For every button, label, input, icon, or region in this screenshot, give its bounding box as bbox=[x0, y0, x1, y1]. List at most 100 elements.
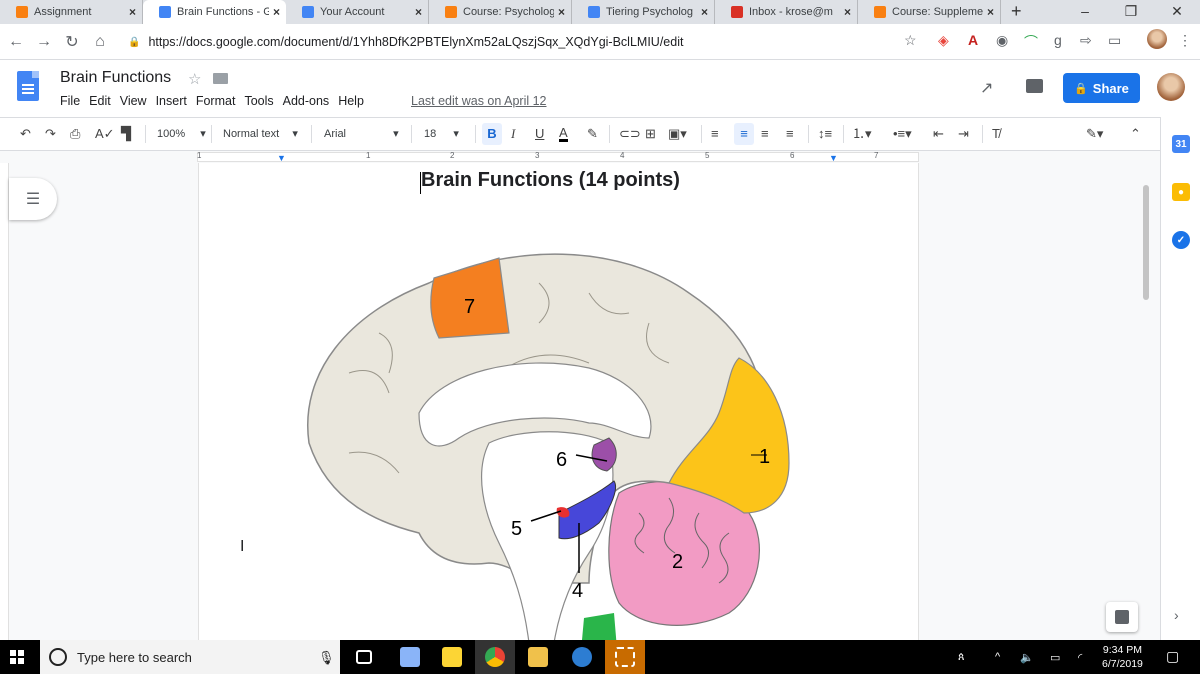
pdf-extension-icon[interactable]: A bbox=[968, 32, 978, 48]
taskbar-app-paint-icon[interactable] bbox=[390, 640, 430, 674]
spellcheck-icon[interactable]: A✓ bbox=[95, 126, 115, 142]
close-tab-icon[interactable]: × bbox=[129, 5, 136, 19]
explore-button[interactable] bbox=[1106, 602, 1138, 632]
clear-formatting-icon[interactable]: T̸ bbox=[992, 126, 1000, 142]
extension-screen-icon[interactable]: ▭ bbox=[1108, 32, 1121, 49]
url-field[interactable]: 🔒 https://docs.google.com/document/d/1Yh… bbox=[118, 29, 928, 55]
activity-dashboard-icon[interactable]: ↗ bbox=[980, 78, 993, 98]
people-icon[interactable]: ጰ bbox=[958, 651, 965, 664]
paint-format-icon[interactable]: ▜ bbox=[121, 126, 131, 142]
insert-image-icon[interactable]: ▣▾ bbox=[668, 126, 687, 142]
account-avatar[interactable] bbox=[1157, 73, 1185, 101]
expand-panel-icon[interactable]: › bbox=[1174, 607, 1179, 623]
brain-diagram[interactable]: 7 1 6 5 4 2 bbox=[289, 223, 829, 640]
chrome-menu-icon[interactable]: ⋮ bbox=[1178, 32, 1192, 49]
print-icon[interactable]: ⎙ bbox=[70, 126, 80, 142]
close-tab-icon[interactable]: × bbox=[558, 5, 565, 19]
bookmark-star-icon[interactable]: ☆ bbox=[904, 32, 917, 49]
battery-icon[interactable]: ▭ bbox=[1050, 651, 1060, 664]
undo-icon[interactable]: ↶ bbox=[20, 126, 31, 142]
line-spacing-icon[interactable]: ↕≡ bbox=[818, 126, 832, 142]
document-title[interactable]: Brain Functions bbox=[60, 69, 171, 87]
taskbar-clock[interactable]: 9:34 PM 6/7/2019 bbox=[1102, 643, 1143, 671]
menu-format[interactable]: Format bbox=[196, 94, 236, 108]
font-select[interactable]: Arial ▾ bbox=[324, 127, 399, 140]
link-icon[interactable]: ⊂⊃ bbox=[619, 126, 641, 142]
bulleted-list-icon[interactable]: •≡▾ bbox=[893, 126, 912, 142]
numbered-list-icon[interactable]: ⒈▾ bbox=[852, 126, 872, 142]
tasks-icon[interactable]: ✓ bbox=[1172, 231, 1190, 249]
taskbar-snip-icon[interactable] bbox=[605, 640, 645, 674]
tray-chevron-icon[interactable]: ^ bbox=[995, 651, 1000, 663]
font-size-select[interactable]: 18 ▾ bbox=[424, 127, 459, 140]
forward-icon[interactable]: → bbox=[30, 33, 58, 51]
menu-file[interactable]: File bbox=[60, 94, 80, 108]
restore-icon[interactable]: ❐ bbox=[1108, 0, 1154, 24]
browser-tab[interactable]: Inbox - krose@m × bbox=[715, 0, 858, 24]
wifi-icon[interactable]: ◜ bbox=[1078, 651, 1082, 664]
extension-rainbow-icon[interactable]: ⌒ bbox=[1024, 32, 1038, 52]
comment-history-icon[interactable] bbox=[1026, 79, 1043, 93]
browser-tab[interactable]: Assignment × bbox=[0, 0, 143, 24]
browser-tab[interactable]: Course: Psycholog × bbox=[429, 0, 572, 24]
close-tab-icon[interactable]: × bbox=[701, 5, 708, 19]
right-indent-marker[interactable]: ▼ bbox=[829, 153, 838, 163]
back-icon[interactable]: ← bbox=[2, 33, 30, 51]
align-left-icon[interactable]: ≡ bbox=[711, 126, 719, 142]
extension-eye-icon[interactable]: ◉ bbox=[996, 32, 1008, 49]
extension-cast-icon[interactable]: ⇨ bbox=[1080, 32, 1092, 49]
browser-tab[interactable]: Course: Suppleme × bbox=[858, 0, 1001, 24]
close-tab-icon[interactable]: × bbox=[987, 5, 994, 19]
taskbar-explorer-icon[interactable] bbox=[518, 640, 558, 674]
zoom-select[interactable]: 100% ▾ bbox=[157, 127, 206, 140]
new-tab-button[interactable]: + bbox=[1011, 0, 1022, 24]
align-center-icon[interactable]: ≡ bbox=[734, 123, 754, 145]
close-tab-icon[interactable]: × bbox=[415, 5, 422, 19]
last-edit-link[interactable]: Last edit was on April 12 bbox=[411, 94, 547, 108]
keep-icon[interactable]: ● bbox=[1172, 183, 1190, 201]
document-heading[interactable]: Brain Functions (14 points) bbox=[421, 169, 680, 192]
calendar-icon[interactable]: 31 bbox=[1172, 135, 1190, 153]
move-folder-icon[interactable] bbox=[213, 73, 228, 84]
add-comment-icon[interactable]: ⊞ bbox=[645, 126, 656, 142]
share-button[interactable]: 🔒 Share bbox=[1063, 73, 1140, 103]
menu-addons[interactable]: Add-ons bbox=[283, 94, 330, 108]
italic-button[interactable]: I bbox=[511, 126, 515, 142]
menu-view[interactable]: View bbox=[120, 94, 147, 108]
menu-edit[interactable]: Edit bbox=[89, 94, 111, 108]
browser-tab[interactable]: Tiering Psycholog × bbox=[572, 0, 715, 24]
minimize-icon[interactable]: – bbox=[1062, 0, 1108, 24]
taskbar-edge-icon[interactable] bbox=[562, 640, 602, 674]
menu-help[interactable]: Help bbox=[338, 94, 364, 108]
underline-button[interactable]: U bbox=[535, 126, 544, 142]
task-view-icon[interactable] bbox=[344, 640, 384, 674]
document-outline-button[interactable]: ☰ bbox=[9, 178, 57, 220]
close-tab-icon[interactable]: × bbox=[273, 5, 280, 19]
volume-icon[interactable]: 🔈 bbox=[1020, 651, 1034, 664]
increase-indent-icon[interactable]: ⇥ bbox=[958, 126, 969, 142]
highlight-icon[interactable]: ✎ bbox=[587, 126, 598, 142]
star-icon[interactable]: ☆ bbox=[188, 70, 201, 88]
extension-icon[interactable]: ◈ bbox=[938, 32, 949, 49]
microphone-icon[interactable]: 🎙 bbox=[318, 650, 335, 666]
decrease-indent-icon[interactable]: ⇤ bbox=[933, 126, 944, 142]
align-right-icon[interactable]: ≡ bbox=[761, 126, 769, 142]
browser-tab[interactable]: Your Account × bbox=[286, 0, 429, 24]
taskbar-chrome-icon[interactable] bbox=[475, 640, 515, 674]
redo-icon[interactable]: ↷ bbox=[45, 126, 56, 142]
notifications-icon[interactable]: ▢ bbox=[1166, 648, 1179, 665]
browser-tab[interactable]: Brain Functions - G × bbox=[143, 0, 286, 24]
menu-tools[interactable]: Tools bbox=[244, 94, 273, 108]
taskbar-app-sticky-icon[interactable] bbox=[432, 640, 472, 674]
collapse-toolbar-icon[interactable]: ⌃ bbox=[1130, 126, 1141, 142]
windows-start-icon[interactable] bbox=[10, 650, 24, 664]
menu-insert[interactable]: Insert bbox=[156, 94, 187, 108]
indent-marker[interactable]: ▼ bbox=[277, 153, 286, 163]
taskbar-search-box[interactable]: Type here to search bbox=[40, 640, 340, 674]
text-color-button[interactable]: A bbox=[559, 126, 568, 142]
extension-g-icon[interactable]: g bbox=[1054, 32, 1062, 48]
docs-logo-icon[interactable] bbox=[17, 71, 39, 101]
editing-mode-icon[interactable]: ✎▾ bbox=[1086, 126, 1103, 142]
document-page[interactable]: Brain Functions (14 points) 7 1 6 5 4 2 bbox=[198, 163, 919, 640]
scrollbar-thumb[interactable] bbox=[1143, 185, 1149, 300]
